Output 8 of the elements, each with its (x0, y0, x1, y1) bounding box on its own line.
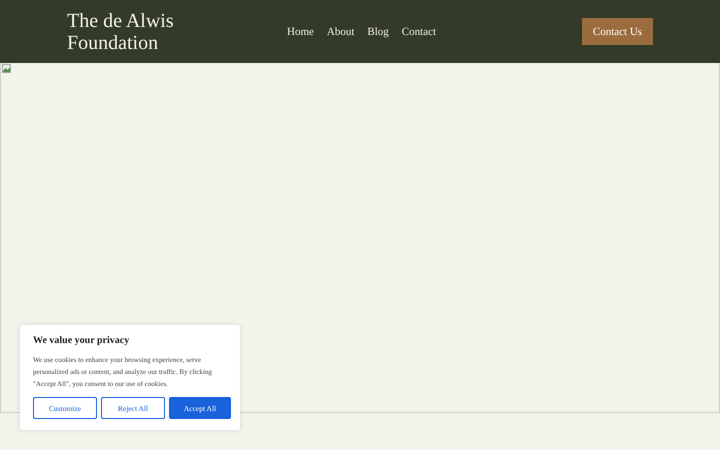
nav-link[interactable]: Contact (402, 26, 436, 38)
nav-link[interactable]: About (326, 26, 354, 38)
contact-us-button[interactable]: Contact Us (582, 18, 653, 45)
cookie-title: We value your privacy (33, 335, 130, 346)
nav-link[interactable]: Home (287, 26, 314, 38)
broken-image-icon (2, 64, 11, 73)
site-logo[interactable]: The de Alwis Foundation (67, 10, 197, 54)
nav-link[interactable]: Blog (367, 26, 389, 38)
